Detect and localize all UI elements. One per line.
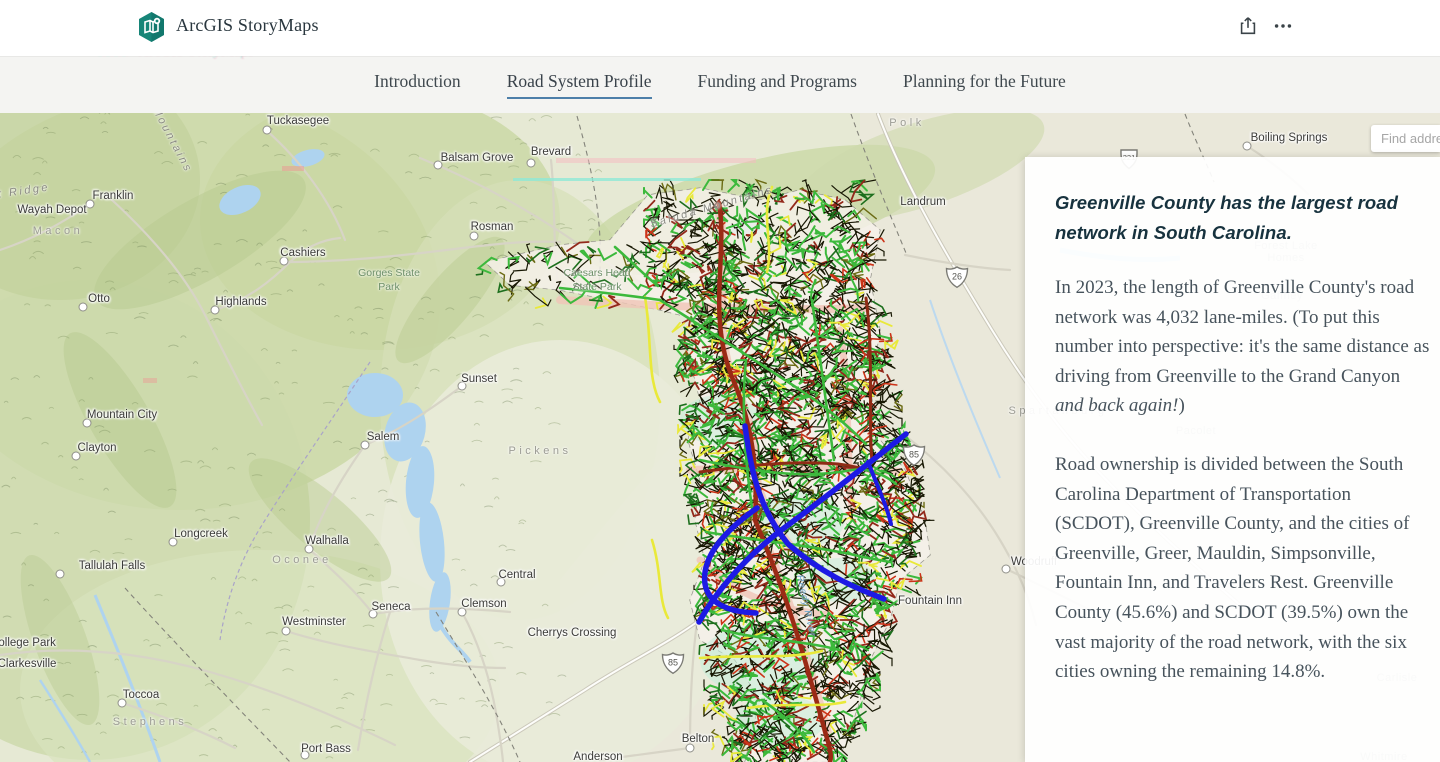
map-search-placeholder: Find addres — [1381, 131, 1440, 146]
city-marker — [55, 569, 65, 579]
city-marker — [368, 609, 378, 619]
city-marker — [304, 544, 314, 554]
storymaps-logo-icon[interactable] — [137, 11, 166, 43]
app-title: ArcGIS StoryMaps — [176, 15, 319, 35]
more-options-icon[interactable] — [1272, 15, 1294, 37]
panel-paragraph-2: Road ownership is divided between the So… — [1055, 453, 1410, 683]
app-header: ArcGIS StoryMaps — [0, 0, 1440, 56]
city-marker — [457, 607, 467, 617]
city-marker — [210, 305, 220, 315]
nav-item-road-system-profile[interactable]: Road System Profile — [506, 71, 652, 99]
city-marker — [279, 256, 289, 266]
panel-heading: Greenville County has the largest road n… — [1055, 192, 1399, 243]
city-marker — [300, 750, 310, 760]
city-marker — [78, 302, 88, 312]
city-marker — [85, 199, 95, 209]
city-marker — [457, 381, 467, 391]
city-marker — [71, 451, 81, 461]
nav-item-funding-and-programs[interactable]: Funding and Programs — [698, 71, 857, 99]
nav-item-planning-for-the-future[interactable]: Planning for the Future — [903, 71, 1066, 99]
city-marker — [433, 160, 443, 170]
nav-item-introduction[interactable]: Introduction — [374, 71, 461, 99]
city-marker — [281, 626, 291, 636]
svg-text:26: 26 — [952, 272, 962, 282]
city-marker — [262, 125, 272, 135]
city-marker — [1001, 564, 1011, 574]
panel-paragraph-1: In 2023, the length of Greenville County… — [1055, 277, 1430, 417]
story-nav: Introduction Road System Profile Funding a… — [0, 56, 1440, 113]
city-marker — [526, 158, 536, 168]
city-marker — [360, 440, 370, 450]
map-search-input[interactable]: Find addres — [1371, 125, 1440, 152]
svg-text:85: 85 — [668, 658, 678, 668]
city-marker — [82, 418, 92, 428]
city-marker — [685, 743, 695, 753]
city-marker — [496, 577, 506, 587]
city-marker — [117, 698, 127, 708]
city-marker — [168, 537, 178, 547]
city-marker — [1242, 141, 1252, 151]
svg-text:85: 85 — [909, 450, 919, 460]
story-text-panel: Greenville County has the largest road n… — [1025, 157, 1440, 762]
city-marker — [469, 231, 479, 241]
share-icon[interactable] — [1237, 15, 1259, 37]
